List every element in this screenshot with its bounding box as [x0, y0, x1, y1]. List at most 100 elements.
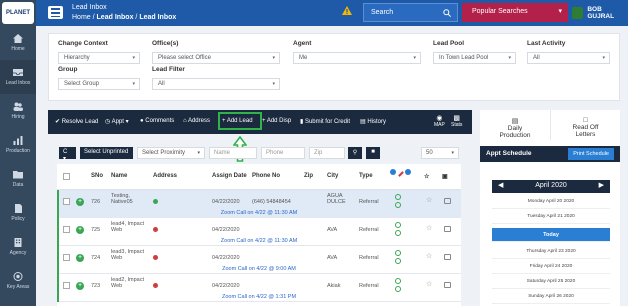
address-button[interactable]: ⌂ Address	[183, 118, 210, 124]
archive-icon[interactable]	[444, 198, 451, 204]
zoom-call-link[interactable]: Zoom Call on 4/22 @ 1:31 PM	[57, 294, 461, 300]
submit-for-credit-button[interactable]: ▮ Submit for Credit	[300, 118, 350, 125]
star-icon[interactable]: ☆	[426, 280, 432, 288]
row-checkbox[interactable]	[63, 226, 70, 233]
row-checkbox[interactable]	[63, 198, 70, 205]
popular-searches-dropdown[interactable]: Popular Searches ▾	[462, 3, 568, 22]
expand-icon[interactable]: +	[76, 282, 84, 290]
chevron-right-icon[interactable]: ▶	[595, 180, 608, 190]
phone-input[interactable]: Phone	[261, 147, 305, 159]
cell-name[interactable]: lead3, Impact Web	[111, 249, 147, 261]
name-input[interactable]: Name	[209, 147, 257, 159]
archive-icon[interactable]	[444, 226, 451, 232]
archive-icon[interactable]	[444, 282, 451, 288]
history-button[interactable]: ▤ History	[360, 118, 386, 125]
sidebar-item-hiring[interactable]: Hiring	[0, 94, 36, 128]
map-button[interactable]: ◉ MAP	[434, 114, 445, 128]
menu-toggle-icon[interactable]	[48, 6, 63, 19]
row-checkbox[interactable]	[63, 254, 70, 261]
column-header-address[interactable]: Address	[153, 173, 177, 179]
column-header-type[interactable]: Type	[359, 173, 373, 179]
cell-city: AGUA DULCE	[327, 193, 346, 205]
breadcrumb-home[interactable]: Home	[72, 14, 91, 21]
column-header-sno[interactable]: SNo	[91, 173, 103, 179]
select-all-checkbox[interactable]	[63, 173, 70, 180]
expand-icon[interactable]: +	[76, 254, 84, 262]
calendar-day[interactable]: Friday April 24 2020	[492, 260, 610, 274]
clock-icon: ◷	[105, 119, 112, 125]
stats-button[interactable]: ▩ Stats	[451, 114, 462, 128]
sidebar-item-home[interactable]: Home	[0, 26, 36, 60]
add-disp-button[interactable]: + Add Disp	[262, 118, 291, 124]
last-activity-select[interactable]: All ▾	[527, 52, 610, 64]
calendar-day[interactable]: Monday April 20 2020	[492, 195, 610, 209]
table-row[interactable]: + 724 lead3, Impact Web 04/22/2020 AVA R…	[57, 246, 461, 274]
user-menu[interactable]: BOB GUJRAL	[572, 3, 628, 22]
comments-button[interactable]: ● Comments	[140, 118, 174, 124]
print-schedule-button[interactable]: Print Schedule	[568, 148, 614, 160]
table-row[interactable]: + 726 Testing, Native05 04/22/2020 (646)…	[57, 190, 461, 218]
lead-pool-select[interactable]: In Town Lead Pool ▾	[433, 52, 516, 64]
sidebar-item-agency[interactable]: Agency	[0, 230, 36, 264]
expand-icon[interactable]: +	[76, 226, 84, 234]
zip-input[interactable]: Zip	[309, 147, 345, 159]
column-header-city[interactable]: City	[327, 173, 338, 179]
context-dropdown[interactable]: C ▾	[59, 147, 76, 162]
calendar-day[interactable]: Saturday April 25 2020	[492, 275, 610, 289]
column-header-phone[interactable]: Phone No	[252, 173, 280, 179]
cell-name[interactable]: Testing, Native05	[111, 193, 147, 205]
cell-name[interactable]: lead2, Impact Web	[111, 277, 147, 289]
star-icon[interactable]: ☆	[426, 224, 432, 232]
tab-daily-production[interactable]: ▤ Daily Production	[480, 110, 550, 140]
search-icon[interactable]	[443, 9, 451, 17]
star-icon[interactable]: ☆	[426, 196, 432, 204]
page-title: Lead Inbox	[72, 4, 107, 11]
change-context-select[interactable]: Hierarchy ▾	[58, 52, 140, 64]
zoom-call-link[interactable]: Zoom Call on 4/22 @ 11:30 AM	[57, 210, 461, 216]
star-icon[interactable]: ☆	[426, 252, 432, 260]
map-label: MAP	[434, 122, 445, 128]
chevron-left-icon[interactable]: ◀	[494, 180, 507, 190]
sidebar-item-data[interactable]: Data	[0, 162, 36, 196]
search-button[interactable]: ⚲	[348, 147, 362, 159]
lead-filter-select[interactable]: All ▾	[152, 78, 280, 90]
calendar-day-today[interactable]: Today	[492, 228, 610, 242]
calendar-day[interactable]: Thursday April 23 2020	[492, 245, 610, 259]
proximity-select[interactable]: Select Proximity ▾	[137, 147, 205, 159]
row-checkbox[interactable]	[63, 282, 70, 289]
page-size-select[interactable]: 50 ▾	[421, 147, 459, 159]
add-lead-button[interactable]: + Add Lead	[222, 118, 253, 124]
sidebar-item-policy[interactable]: Policy	[0, 196, 36, 230]
select-unprinted-button[interactable]: Select Unprinted	[80, 147, 133, 159]
offices-select[interactable]: Please select Office ▾	[152, 52, 280, 64]
tab-read-off-letters[interactable]: □ Read Off Letters	[550, 110, 620, 140]
search-input[interactable]: Search	[363, 3, 458, 22]
action-label: Submit for Credit	[304, 119, 350, 125]
table-row[interactable]: + 725 lead4, Impact Web 04/22/2020 AVA R…	[57, 218, 461, 246]
zoom-call-link[interactable]: Zoom Call on 4/22 @ 11:30 AM	[57, 238, 461, 244]
column-header-zip[interactable]: Zip	[304, 173, 313, 179]
zoom-call-link[interactable]: Zoom Call on 4/22 @ 9:00 AM	[57, 266, 461, 272]
agent-select[interactable]: Me ▾	[293, 52, 421, 64]
cell-assign-date: 04/22/2020	[212, 283, 240, 289]
warning-icon[interactable]	[342, 6, 352, 15]
app-logo[interactable]: PLANET	[2, 2, 34, 24]
group-select[interactable]: Select Group ▾	[58, 78, 140, 90]
calendar-day[interactable]: Sunday April 26 2020	[492, 290, 610, 304]
appt-button[interactable]: ◷ Appt ▾	[105, 118, 129, 125]
calendar-day[interactable]: Tuesday April 21 2020	[492, 210, 610, 224]
resolve-lead-button[interactable]: ✔ Resolve Lead	[55, 118, 98, 125]
sidebar-item-lead-inbox[interactable]: Lead Inbox	[0, 60, 36, 94]
cell-sno: 724	[91, 255, 101, 261]
column-header-assign-date[interactable]: Assign Date	[212, 173, 247, 179]
agent-label: Agent	[293, 40, 312, 47]
breadcrumb-lead-inbox[interactable]: Lead Inbox	[97, 14, 134, 21]
expand-icon[interactable]: +	[76, 198, 84, 206]
sidebar-item-key-areas[interactable]: Key Areas	[0, 264, 36, 298]
cell-name[interactable]: lead4, Impact Web	[111, 221, 147, 233]
column-header-name[interactable]: Name	[111, 173, 127, 179]
table-row[interactable]: + 723 lead2, Impact Web 04/22/2020 Akiak…	[57, 274, 461, 302]
clear-button[interactable]: ■	[366, 147, 380, 159]
sidebar-item-production[interactable]: Production	[0, 128, 36, 162]
archive-icon[interactable]	[444, 254, 451, 260]
